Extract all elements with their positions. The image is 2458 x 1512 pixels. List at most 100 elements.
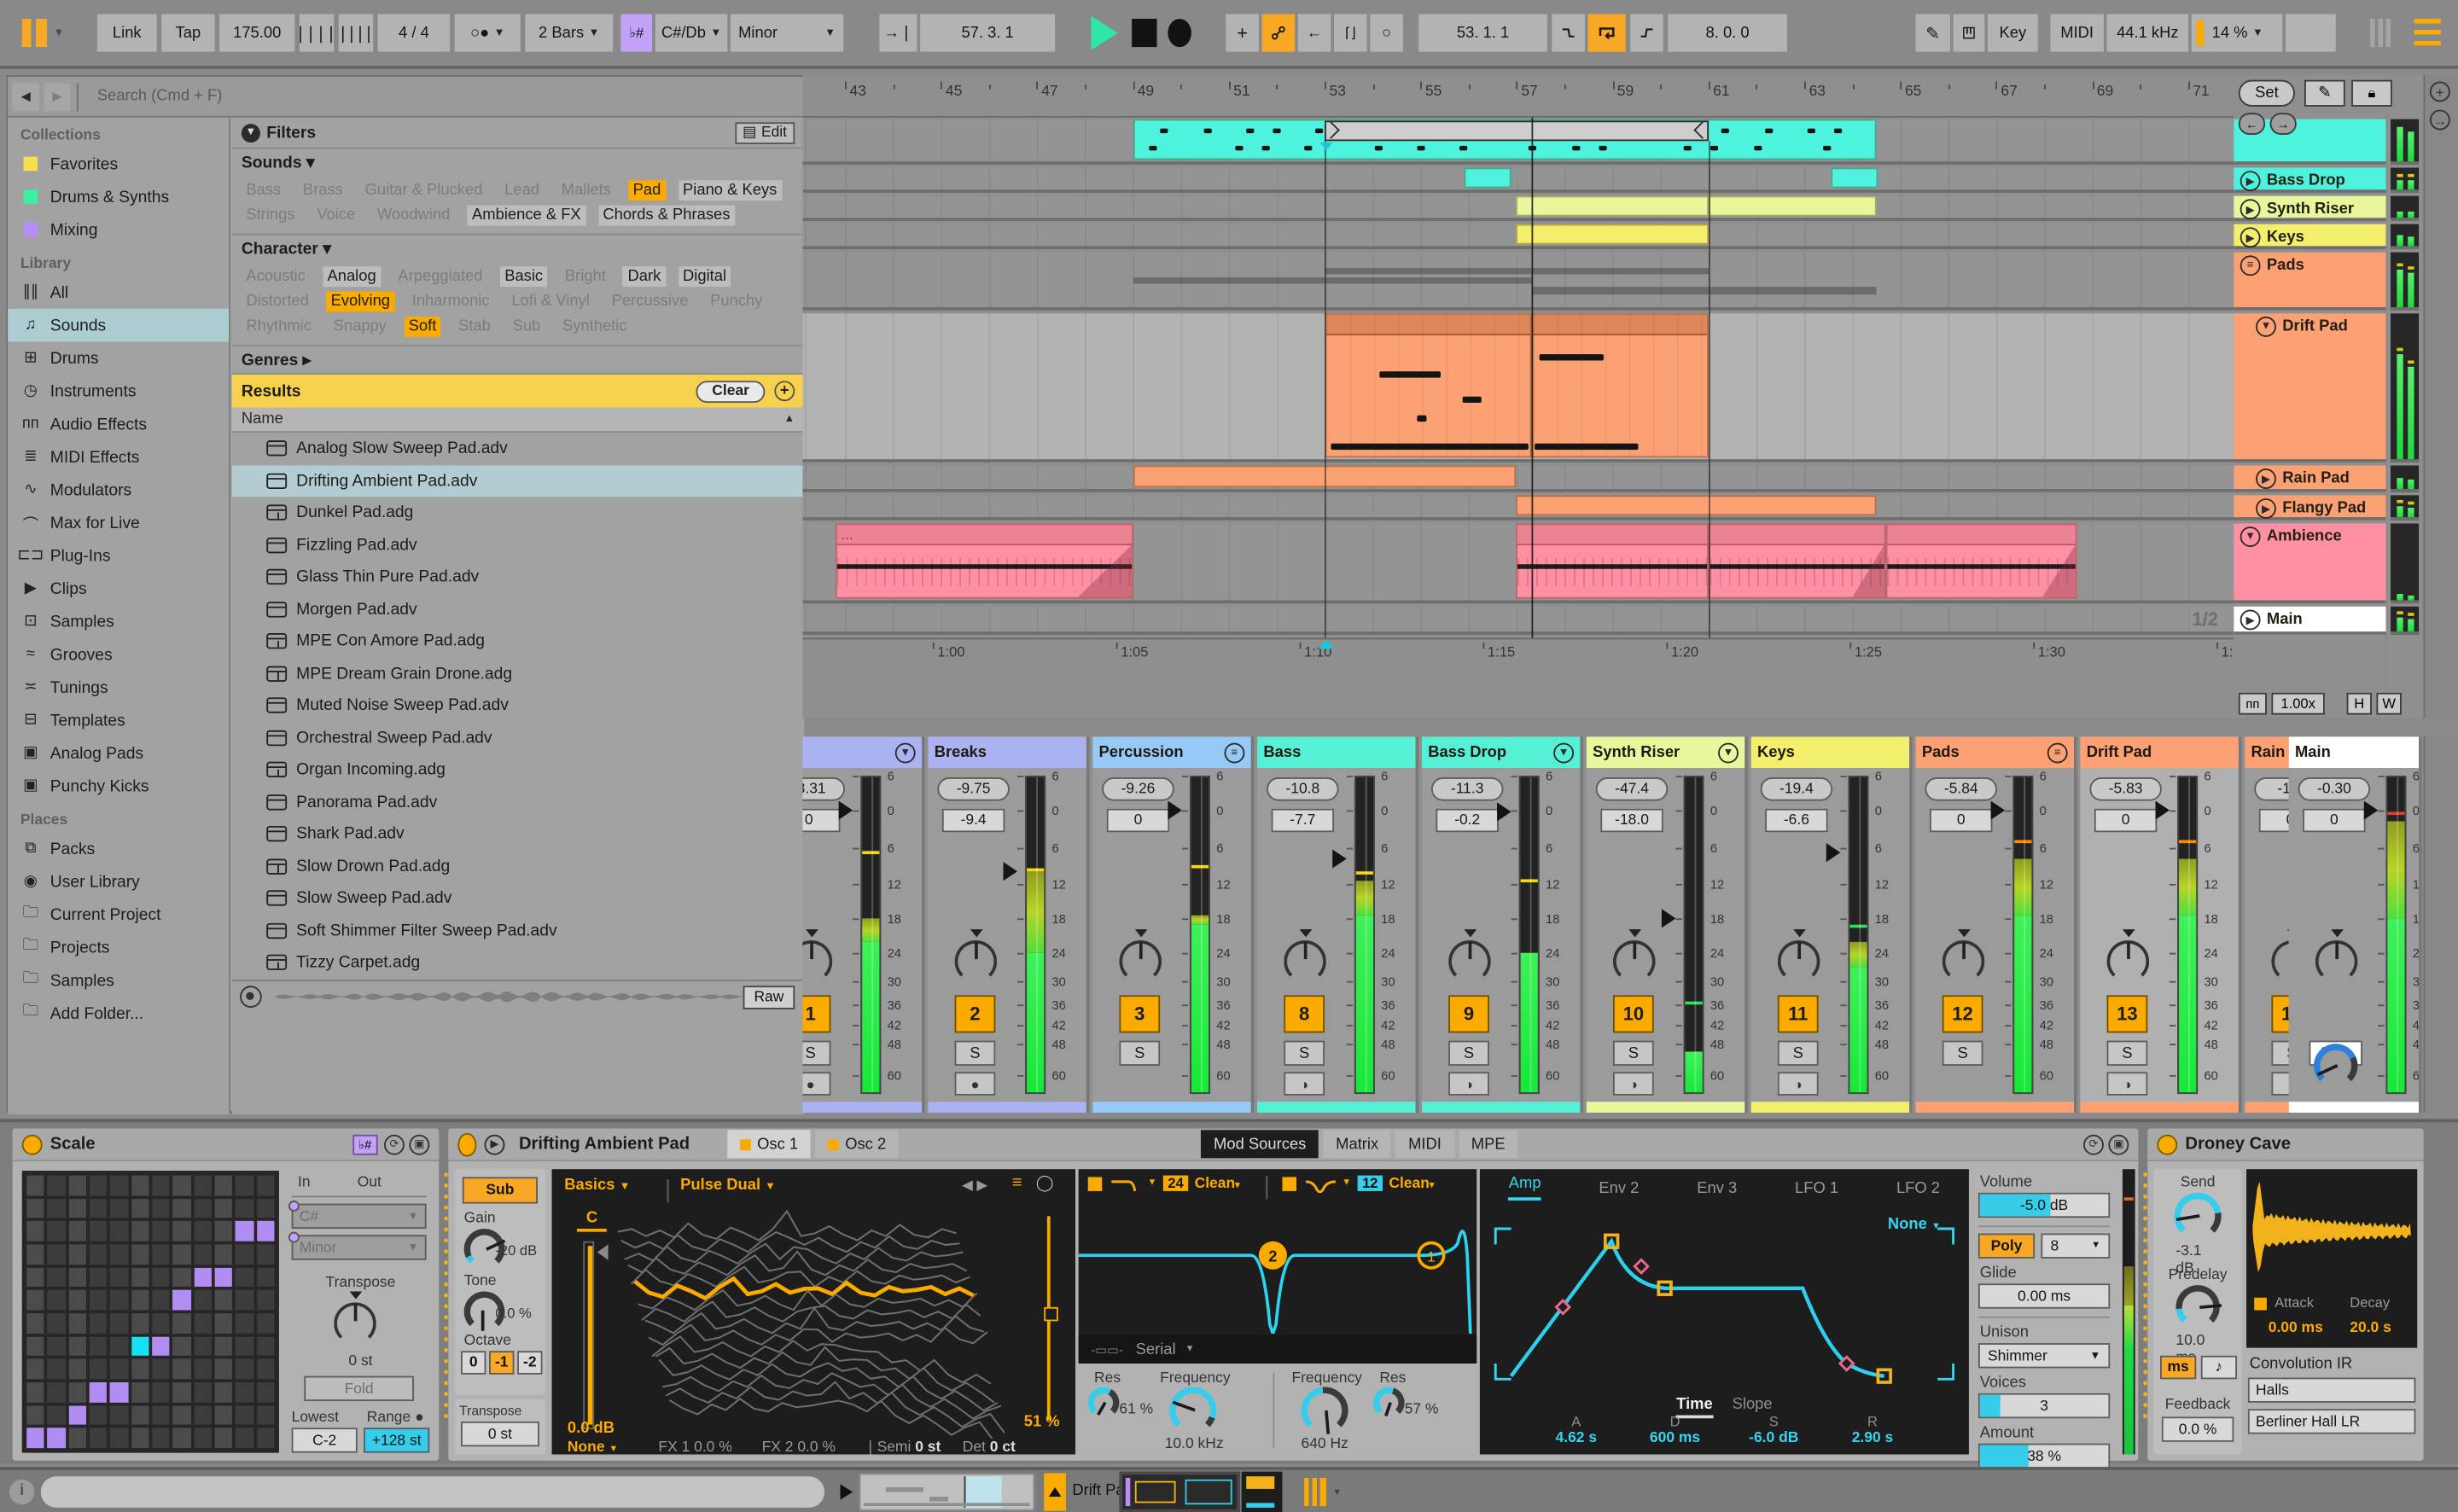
scale-grid-cell[interactable] (68, 1359, 86, 1380)
pan-knob[interactable] (1942, 940, 1985, 983)
arrangement-clip[interactable] (1530, 313, 1709, 458)
scale-grid-cell[interactable] (172, 1428, 191, 1449)
channel-header[interactable]: Main (2288, 736, 2420, 768)
sidebar-item-plug-ins[interactable]: ⊏⊐ Plug-Ins (8, 539, 229, 573)
scale-key-button[interactable]: ♭# (352, 1133, 378, 1154)
scale-grid-cell[interactable] (236, 1313, 253, 1334)
channel-header[interactable]: Breaks (928, 736, 1086, 768)
unison-voices-field[interactable]: 3 (1977, 1393, 2111, 1419)
arrangement-scroll-strip[interactable]: + → (2423, 75, 2458, 718)
scale-grid-cell[interactable] (214, 1404, 233, 1426)
draw-mode-button[interactable]: ✎ (1915, 14, 1950, 52)
file-row[interactable]: Muted Noise Sweep Pad.adv (232, 689, 804, 722)
scale-grid-cell[interactable] (68, 1244, 86, 1265)
track-height-button[interactable]: H (2346, 692, 2372, 715)
tempo-follower-caret[interactable]: ▼ (53, 28, 64, 39)
device-activator[interactable] (457, 1132, 477, 1156)
track-lane-pads[interactable] (802, 252, 2234, 311)
track-lane-ambience[interactable]: … (802, 523, 2234, 604)
scale-grid-cell[interactable] (214, 1221, 233, 1242)
envelope-slope-handle[interactable] (1633, 1258, 1650, 1275)
scale-grid-cell[interactable] (68, 1313, 86, 1334)
track-header-synth-riser[interactable]: ▶ Synth Riser (2234, 195, 2386, 221)
scroll-left-button[interactable]: ← (2238, 113, 2266, 135)
solo-button[interactable]: S (1119, 1040, 1161, 1066)
wavetable-device-header[interactable]: ▶ Drifting Ambient Pad Osc 1 Osc 2 Mod S… (448, 1128, 2139, 1162)
wt-prev-icon[interactable]: ◀ ▶ (962, 1177, 987, 1194)
fader-handle[interactable] (2155, 801, 2170, 821)
peak-level-badge[interactable]: -8.31 (802, 777, 845, 801)
track-play-icon[interactable]: ▶ (2240, 171, 2261, 192)
draw-automation-button[interactable]: ✎ (2304, 79, 2345, 107)
sidebar-place-packs[interactable]: ⧉ Packs (8, 832, 229, 865)
scale-grid-cell[interactable] (110, 1290, 128, 1311)
scale-grid-cell[interactable] (26, 1381, 45, 1403)
scale-grid-cell[interactable] (68, 1404, 86, 1426)
channel-header[interactable]: ms▼ (802, 736, 922, 768)
monitor-arm-button[interactable]: ● (802, 1072, 831, 1096)
name-column-header[interactable]: Name ▲ (231, 407, 805, 433)
automation-arm-button[interactable] (1261, 14, 1296, 52)
scale-grid-cell[interactable] (68, 1267, 86, 1288)
ir-category-select[interactable]: Halls (2247, 1377, 2416, 1403)
sidebar-collection-favorites[interactable]: Favorites (8, 148, 229, 181)
scale-grid-cell[interactable] (236, 1198, 253, 1218)
track-play-icon[interactable]: ▶ (2256, 498, 2276, 519)
scale-grid-cell[interactable] (89, 1381, 108, 1403)
scale-grid-cell[interactable] (256, 1381, 275, 1403)
filter-routing-row[interactable]: -▭▭- Serial ▼ (1078, 1335, 1477, 1364)
droney-device-header[interactable]: Droney Cave (2147, 1128, 2424, 1162)
scale-name-select[interactable]: Minor ▼ (288, 1231, 427, 1260)
solo-button[interactable]: S (1942, 1040, 1983, 1066)
track-lane-synth-riser[interactable] (802, 195, 2234, 221)
wt-position-slider[interactable] (583, 1241, 595, 1430)
scale-grid-cell[interactable] (47, 1290, 66, 1311)
character-tag-basic[interactable]: Basic (499, 266, 548, 288)
mixer-scroll-strip[interactable] (2423, 736, 2458, 1114)
fader-value-field[interactable]: 0 (802, 808, 841, 833)
track-group-icon[interactable]: ≡ (2240, 255, 2261, 276)
character-tag-synthetic[interactable]: Synthetic (557, 317, 632, 337)
tab-matrix[interactable]: Matrix (1323, 1130, 1391, 1159)
channel-group-icon[interactable]: ≡ (1224, 741, 1245, 763)
add-filter-button[interactable]: + (774, 381, 795, 402)
filter2-toggle[interactable] (1282, 1177, 1296, 1191)
arrangement-position-field[interactable]: 57. 3. 1 (920, 14, 1056, 52)
tab-mpe[interactable]: MPE (1459, 1130, 1518, 1159)
wavetable-visualization[interactable] (617, 1204, 1010, 1439)
file-row[interactable]: Slow Sweep Pad.adv (232, 882, 804, 915)
tempo-follower-icon[interactable] (21, 19, 48, 48)
follow-button[interactable]: →❘ (879, 14, 917, 52)
scale-grid-cell[interactable] (131, 1381, 149, 1403)
search-input[interactable]: Search (Cmd + F) (87, 82, 805, 111)
sound-tag-woodwind[interactable]: Woodwind (372, 206, 454, 226)
character-tag-inharmonic[interactable]: Inharmonic (407, 292, 494, 312)
preview-waveform[interactable] (274, 986, 743, 1008)
scale-grid-cell[interactable] (89, 1267, 108, 1288)
filters-edit-button[interactable]: ▤ Edit (734, 121, 795, 144)
peak-level-badge[interactable]: -19.4 (1760, 777, 1833, 801)
track-number-button[interactable]: 3 (1119, 995, 1161, 1033)
scale-grid-cell[interactable] (214, 1381, 233, 1403)
sound-tag-piano-keys[interactable]: Piano & Keys (678, 180, 782, 201)
scale-grid-cell[interactable] (131, 1221, 149, 1242)
scale-grid-cell[interactable] (110, 1404, 128, 1426)
peak-level-badge[interactable]: -9.26 (1102, 777, 1174, 801)
wt-list-icon[interactable]: ≡ (1012, 1174, 1022, 1193)
hot-swap-icon[interactable]: ⟳ (383, 1133, 405, 1154)
track-header-pads[interactable]: ≡ Pads (2234, 252, 2386, 311)
scale-grid-cell[interactable] (236, 1290, 253, 1311)
cpu-meter[interactable]: 14 % ▼ (2191, 14, 2283, 52)
ir-file-select[interactable]: Berliner Hall LR (2247, 1409, 2416, 1434)
wt-table-dropdown[interactable]: Pulse Dual ▼ (680, 1177, 776, 1194)
sidebar-item-drums[interactable]: ⊞ Drums (8, 341, 229, 375)
scale-grid-cell[interactable] (194, 1175, 212, 1195)
mixer-channel-keys[interactable]: Keys -19.4 -6.6 6 0 6 12 18 24 30 36 42 48 60 11 S ◑ (1750, 736, 1913, 1114)
scale-grid-cell[interactable] (68, 1175, 86, 1195)
mixer-channel-bass-drop[interactable]: Bass Drop ▼ -11.3 -0.2 6 0 6 12 18 24 30 36 42 48 60 9 S… (1421, 736, 1584, 1114)
scale-grid-cell[interactable] (236, 1244, 253, 1265)
scale-grid-cell[interactable] (47, 1244, 66, 1265)
sound-tag-ambience-fx[interactable]: Ambience & FX (467, 205, 586, 226)
sidebar-item-audio-effects[interactable]: ᴨᴨ Audio Effects (8, 408, 229, 441)
unison-mode-dropdown[interactable]: Shimmer ▼ (1977, 1343, 2111, 1369)
